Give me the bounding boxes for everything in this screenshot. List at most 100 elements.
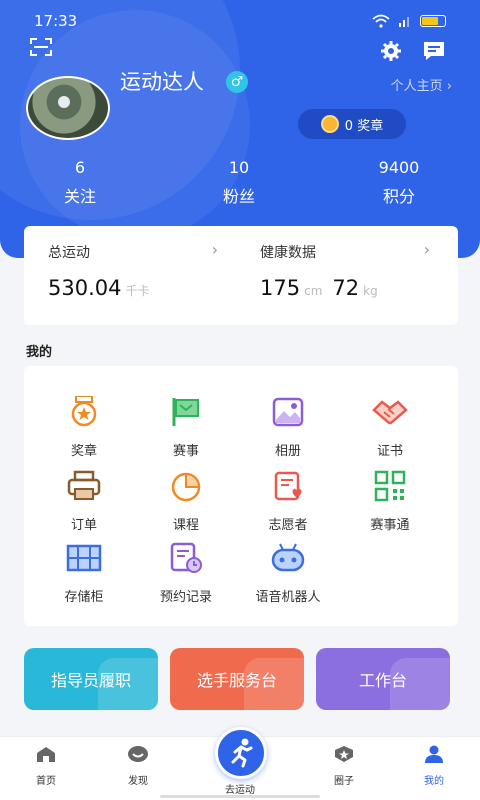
chevron-right-icon: › — [211, 240, 218, 259]
grid-item-label: 相册 — [274, 444, 301, 459]
tab-label: 我的 — [424, 776, 444, 787]
grid-item-courses[interactable]: 课程 — [136, 470, 236, 533]
tab-home[interactable]: 首页 — [6, 745, 86, 787]
tab-label: 圈子 — [334, 776, 354, 787]
workbench-banner[interactable]: 工作台 — [316, 648, 450, 710]
grid-item-label: 订单 — [70, 518, 97, 533]
decor-shape — [244, 658, 304, 710]
grid-item-events[interactable]: 赛事 — [136, 396, 236, 459]
stat-label: 关注 — [63, 187, 96, 206]
tab-label: 去运动 — [225, 785, 255, 796]
avatar[interactable] — [26, 76, 110, 140]
status-time: 17:33 — [34, 12, 78, 30]
circle-star-icon — [335, 746, 353, 762]
chevron-right-icon: › — [423, 240, 430, 259]
weight-value: 72 — [332, 276, 360, 300]
running-person-icon — [231, 738, 253, 768]
home-icon — [37, 747, 55, 762]
settings-gear-icon[interactable] — [380, 40, 402, 62]
grid-item-label: 志愿者 — [268, 518, 308, 533]
user-icon — [425, 745, 443, 763]
grid-item-label: 课程 — [172, 518, 199, 533]
qrcode-icon — [374, 470, 406, 502]
appointment-icon — [170, 542, 202, 573]
pie-chart-icon — [171, 472, 201, 502]
go-exercise-button[interactable] — [215, 727, 267, 779]
calories-unit: 千卡 — [125, 284, 150, 298]
decor-shape — [390, 658, 450, 710]
grid-item-album[interactable]: 相册 — [238, 396, 338, 459]
motion-summary-card: 总运动 › 530.04 千卡 健康数据 › 175 cm 72 kg — [24, 226, 458, 325]
home-indicator — [160, 795, 320, 798]
profile-header: 17:33 运动达人 ♂ 个人主页 › 0 奖章 6 关注 10 粉丝 9400… — [0, 0, 480, 258]
grid-item-voice-robot[interactable]: 语音机器人 — [238, 542, 338, 605]
stat-label: 粉丝 — [222, 187, 255, 206]
status-bar: 17:33 — [34, 12, 446, 32]
grid-item-locker[interactable]: 存储柜 — [34, 542, 134, 605]
personal-homepage-link[interactable]: 个人主页 › — [391, 75, 452, 94]
calories-value: 530.04 — [48, 276, 122, 300]
printer-icon — [67, 470, 101, 500]
tab-circle[interactable]: 圈子 — [304, 745, 384, 787]
tab-label: 发现 — [128, 776, 148, 787]
stat-followers[interactable]: 10 粉丝 — [179, 158, 299, 207]
tab-go-exercise[interactable]: 去运动 — [200, 781, 280, 796]
health-data-title: 健康数据 — [260, 245, 316, 261]
total-exercise-title: 总运动 — [48, 245, 90, 261]
message-icon[interactable] — [422, 40, 446, 62]
tab-label: 首页 — [36, 776, 56, 787]
wifi-icon — [372, 14, 390, 28]
stat-label: 积分 — [382, 187, 415, 206]
instructor-duty-banner[interactable]: 指导员履职 — [24, 648, 158, 710]
locker-icon — [66, 544, 102, 572]
stat-following[interactable]: 6 关注 — [20, 158, 140, 207]
tab-discover[interactable]: 发现 — [98, 745, 178, 787]
grid-item-medals[interactable]: 奖章 — [34, 395, 134, 459]
height-value: 175 — [260, 276, 301, 300]
stat-value: 10 — [228, 158, 250, 177]
total-exercise-panel[interactable]: 总运动 › 530.04 千卡 — [24, 226, 234, 325]
handshake-icon — [372, 400, 408, 425]
health-data-values: 175 cm 72 kg — [260, 276, 388, 300]
height-unit: cm — [304, 284, 323, 298]
clipboard-heart-icon — [274, 471, 302, 501]
athlete-service-banner[interactable]: 选手服务台 — [170, 648, 304, 710]
scan-icon[interactable] — [30, 38, 52, 56]
flag-icon — [172, 398, 199, 426]
signal-icon — [399, 17, 409, 27]
robot-icon — [271, 543, 305, 572]
grid-item-orders[interactable]: 订单 — [34, 470, 134, 533]
weight-unit: kg — [363, 284, 378, 298]
medals-button[interactable]: 0 奖章 — [298, 109, 406, 139]
total-exercise-value: 530.04 千卡 — [48, 276, 160, 300]
grid-item-label: 证书 — [376, 444, 403, 459]
battery-icon — [420, 15, 446, 27]
decor-shape — [98, 658, 158, 710]
grid-item-label: 赛事 — [172, 444, 199, 459]
grid-item-label: 赛事通 — [370, 518, 410, 533]
medal-icon — [71, 395, 97, 427]
mine-section-title: 我的 — [26, 345, 53, 360]
mine-grid: 奖章 赛事 相册 证书 订单 课程 志愿者 赛事通 存储柜 预约记录 语音机器人 — [24, 366, 458, 626]
grid-item-volunteer[interactable]: 志愿者 — [238, 470, 338, 533]
username: 运动达人 — [120, 70, 204, 94]
stat-points[interactable]: 9400 积分 — [339, 158, 459, 207]
grid-item-certificate[interactable]: 证书 — [340, 396, 440, 459]
header-actions — [380, 40, 446, 62]
grid-item-appointments[interactable]: 预约记录 — [136, 542, 236, 605]
grid-item-label: 预约记录 — [159, 590, 212, 605]
health-data-panel[interactable]: 健康数据 › 175 cm 72 kg — [236, 226, 446, 325]
stat-value: 6 — [74, 158, 86, 177]
grid-item-label: 存储柜 — [64, 590, 104, 605]
tab-mine[interactable]: 我的 — [394, 745, 474, 787]
grid-item-label: 语音机器人 — [255, 590, 321, 605]
status-icons — [372, 14, 446, 28]
male-gender-icon: ♂ — [226, 71, 248, 93]
medals-label: 0 奖章 — [344, 118, 384, 134]
album-icon — [272, 397, 304, 427]
discover-icon — [128, 746, 148, 762]
stat-value: 9400 — [378, 158, 420, 177]
medal-badge-icon — [320, 115, 339, 133]
grid-item-event-pass[interactable]: 赛事通 — [340, 470, 440, 533]
grid-item-label: 奖章 — [70, 444, 97, 459]
